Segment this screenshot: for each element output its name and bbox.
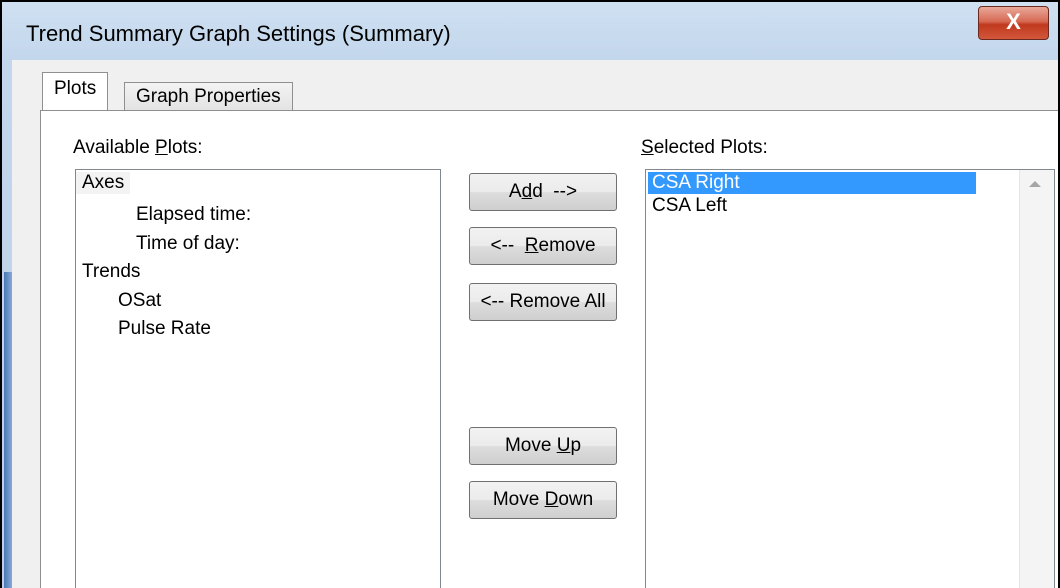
- move-down-button[interactable]: Move Down: [469, 481, 617, 519]
- close-icon: X: [1006, 9, 1021, 34]
- window-title: Trend Summary Graph Settings (Summary): [26, 21, 451, 46]
- scroll-up-arrow-icon[interactable]: [1029, 181, 1041, 187]
- tab-plots[interactable]: Plots: [42, 72, 109, 110]
- tree-item-elapsed-time[interactable]: Elapsed time:: [136, 204, 251, 226]
- remove-button[interactable]: <-- Remove: [469, 227, 617, 265]
- close-button[interactable]: X: [978, 6, 1049, 40]
- dialog-window: Trend Summary Graph Settings (Summary) X…: [0, 0, 1060, 588]
- tree-item-axes[interactable]: Axes: [76, 172, 131, 194]
- tree-item-pulse-rate[interactable]: Pulse Rate: [118, 318, 211, 340]
- available-plots-tree[interactable]: Axes Elapsed time: Time of day: Trends O…: [75, 169, 441, 588]
- add-button[interactable]: Add -->: [469, 173, 617, 211]
- selected-plots-label: Selected Plots:: [641, 137, 768, 158]
- plots-tab-panel: Available Plots: Axes Elapsed time: Time…: [40, 110, 1058, 588]
- tree-item-trends[interactable]: Trends: [82, 261, 140, 283]
- selected-plots-list[interactable]: CSA Right CSA Left: [645, 169, 1055, 588]
- selected-item-csa-left[interactable]: CSA Left: [648, 195, 727, 217]
- available-plots-label: Available Plots:: [73, 137, 203, 158]
- dialog-client: Plots Graph Properties Available Plots: …: [12, 60, 1058, 588]
- tab-graph-properties[interactable]: Graph Properties: [124, 82, 293, 112]
- vertical-scrollbar[interactable]: [1019, 170, 1054, 588]
- tree-item-time-of-day[interactable]: Time of day:: [136, 233, 240, 255]
- tree-item-osat[interactable]: OSat: [118, 290, 161, 312]
- selected-item-csa-right[interactable]: CSA Right: [648, 172, 976, 194]
- remove-all-button[interactable]: <-- Remove All: [469, 283, 617, 321]
- move-up-button[interactable]: Move Up: [469, 427, 617, 465]
- window-edge: [4, 272, 12, 588]
- title-bar[interactable]: Trend Summary Graph Settings (Summary) X: [2, 2, 1058, 60]
